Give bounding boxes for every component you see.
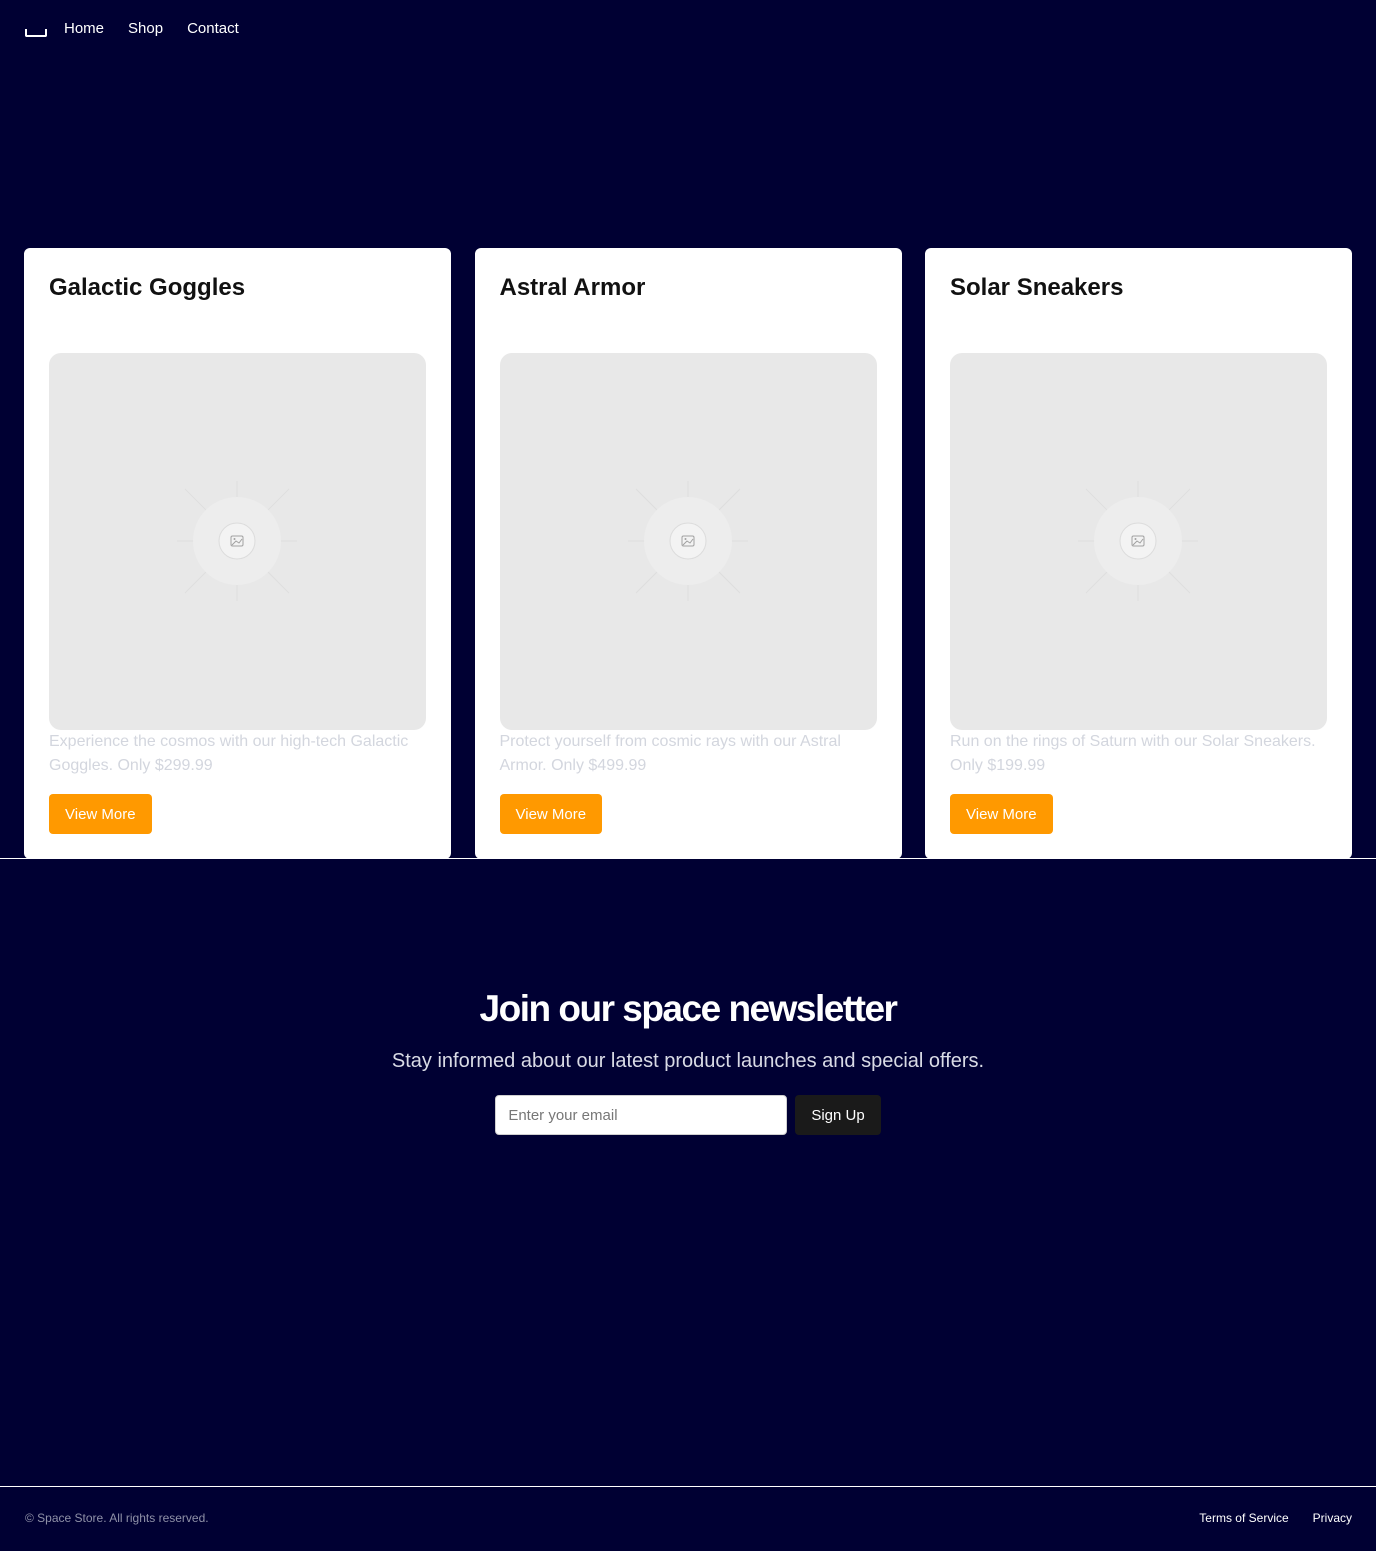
newsletter-subtext: Stay informed about our latest product l…: [391, 1050, 985, 1072]
footer-links: Terms of Service Privacy: [1175, 1511, 1352, 1525]
image-placeholder-icon: [627, 481, 748, 601]
product-image: [950, 353, 1327, 730]
view-more-button[interactable]: View More: [499, 794, 603, 834]
product-card: Solar Sneakers Run on the rings of Satur…: [925, 248, 1352, 859]
terms-of-service-link[interactable]: Terms of Service: [1199, 1511, 1288, 1525]
product-image: [499, 353, 877, 730]
product-grid: Galactic Goggles Experience the cosmos w…: [24, 248, 1352, 859]
image-placeholder-icon: [177, 481, 297, 601]
newsletter-section: Join our space newsletter Stay informed …: [0, 985, 1376, 1135]
bracket-logo-icon[interactable]: [25, 29, 47, 37]
newsletter-form: Sign Up: [0, 1095, 1376, 1135]
nav-link-home[interactable]: Home: [64, 20, 104, 37]
newsletter-heading: Join our space newsletter: [479, 988, 898, 1029]
product-description: Protect yourself from cosmic rays with o…: [499, 733, 841, 774]
image-placeholder-icon: [1078, 481, 1198, 601]
product-description: Experience the cosmos with our high-tech…: [49, 733, 409, 774]
page: Home Shop Contact Galactic Goggles Exper…: [0, 0, 1376, 1551]
view-more-button[interactable]: View More: [950, 794, 1053, 834]
view-more-button[interactable]: View More: [49, 794, 152, 834]
top-nav: Home Shop Contact: [25, 18, 263, 38]
privacy-link[interactable]: Privacy: [1313, 1511, 1352, 1525]
product-card: Galactic Goggles Experience the cosmos w…: [24, 248, 451, 859]
email-input[interactable]: [495, 1095, 788, 1135]
product-image: [49, 353, 426, 730]
footer-divider: [0, 1486, 1376, 1487]
sign-up-button[interactable]: Sign Up: [795, 1095, 881, 1135]
product-description: Run on the rings of Saturn with our Sola…: [950, 733, 1316, 774]
product-title: Galactic Goggles: [49, 274, 246, 301]
nav-link-contact[interactable]: Contact: [187, 20, 239, 37]
product-title: Solar Sneakers: [950, 274, 1124, 301]
product-card: Astral Armor Protect yourself from cosmi…: [474, 248, 902, 859]
copyright-text: © Space Store. All rights reserved.: [25, 1511, 209, 1525]
section-divider: [0, 858, 1376, 859]
nav-link-shop[interactable]: Shop: [128, 20, 163, 37]
product-title: Astral Armor: [499, 274, 646, 301]
